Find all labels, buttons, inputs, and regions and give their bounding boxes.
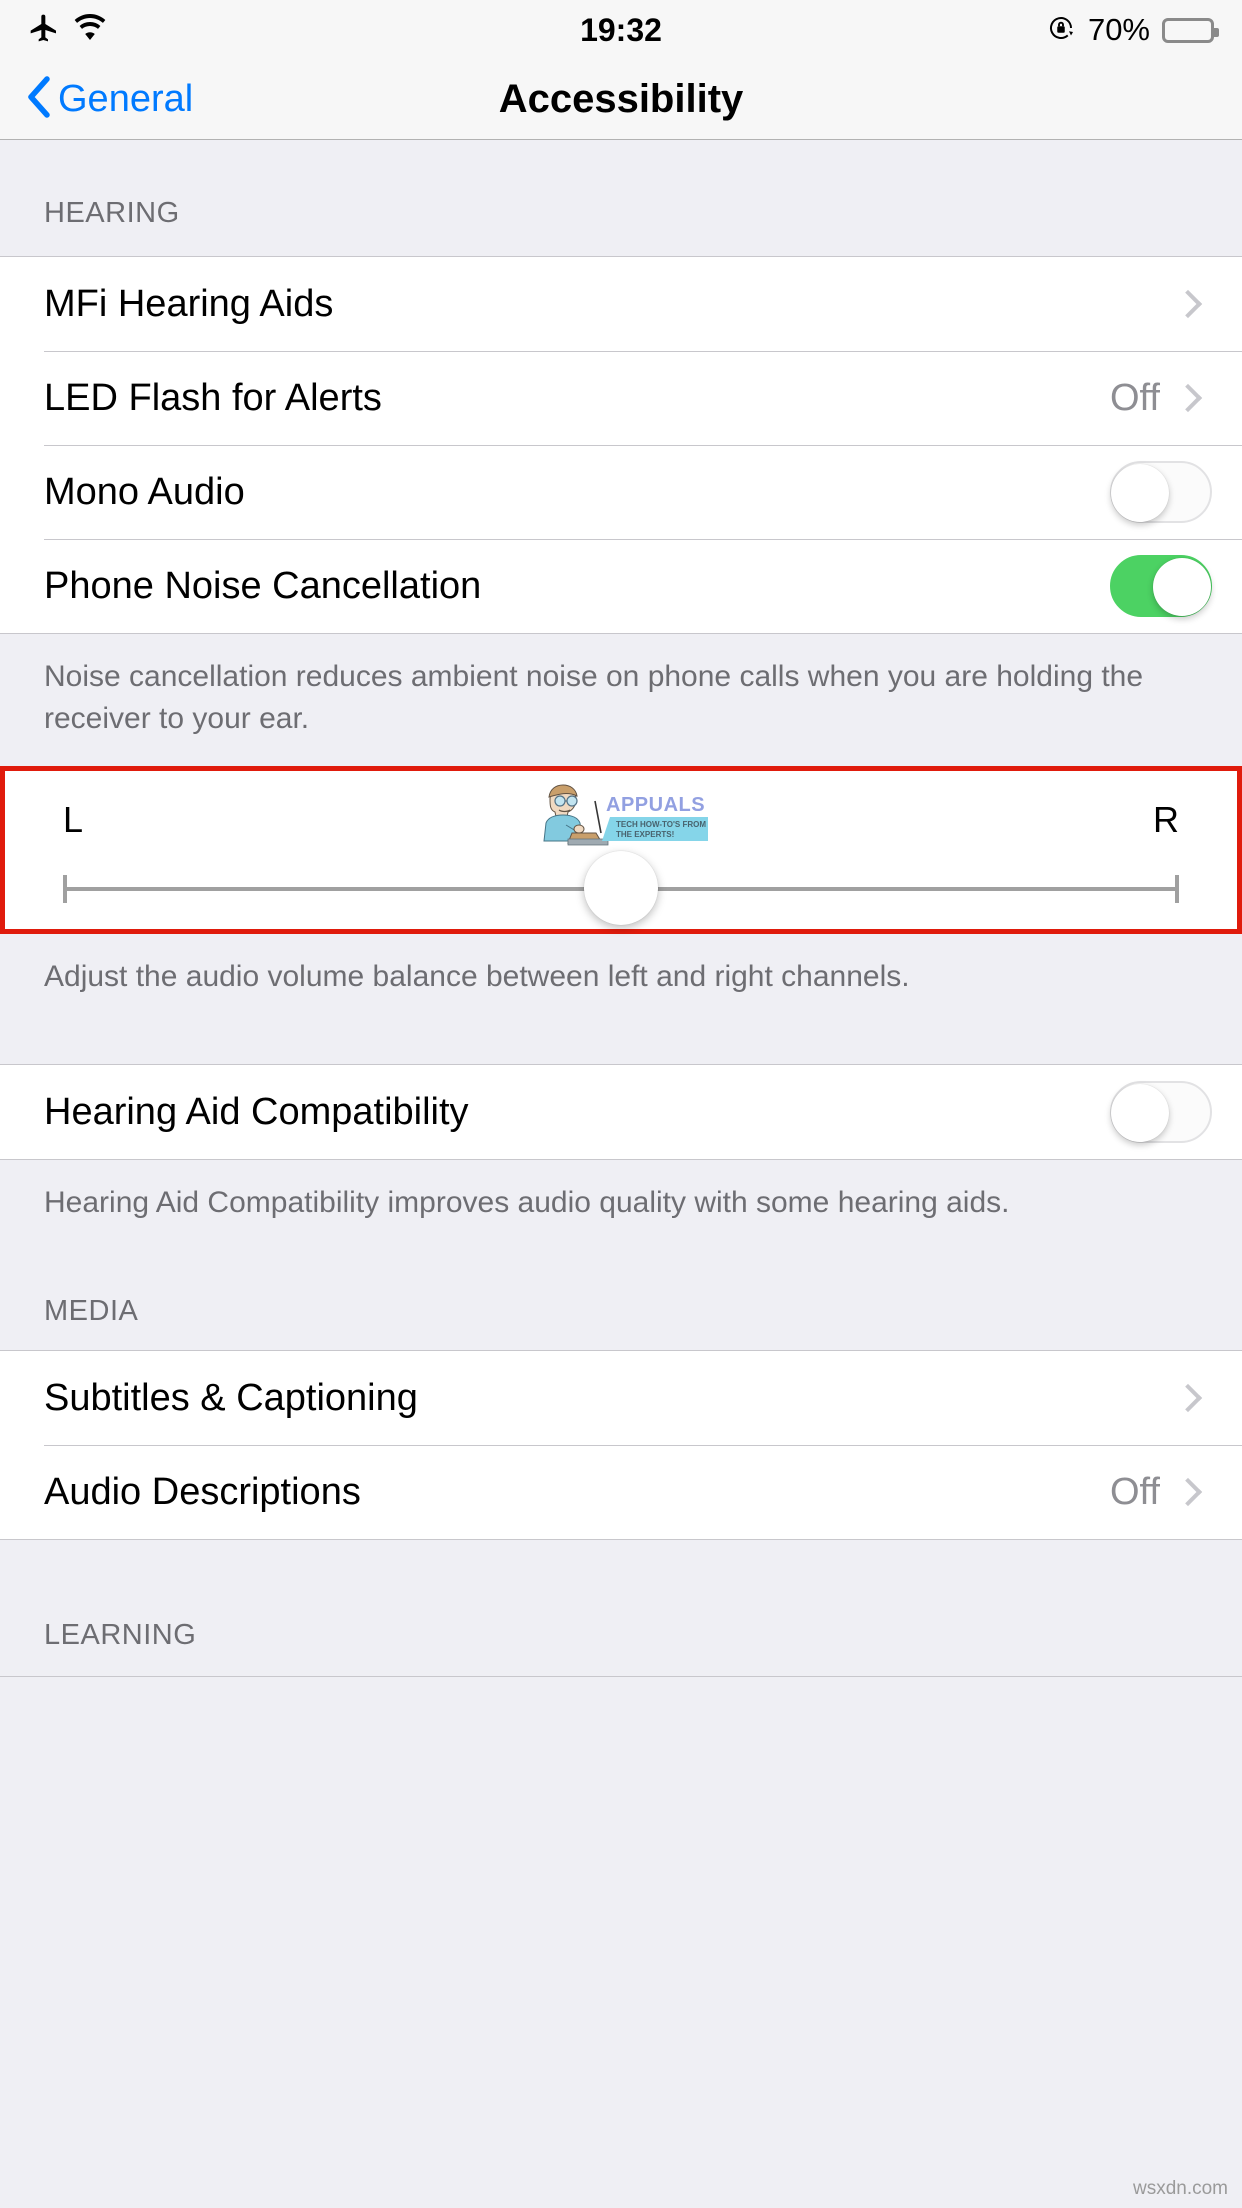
row-label: Audio Descriptions bbox=[44, 1470, 361, 1513]
slider-right-cap bbox=[1175, 875, 1179, 903]
battery-icon bbox=[1162, 17, 1219, 43]
rotation-lock-icon bbox=[1046, 13, 1076, 48]
corner-watermark: wsxdn.com bbox=[1132, 2178, 1228, 2199]
audio-balance-row[interactable]: L R APPUALS TECH HOW-TO'S FROM THE EXPER… bbox=[0, 766, 1242, 934]
row-label: MFi Hearing Aids bbox=[44, 282, 334, 325]
section-header-media: MEDIA bbox=[0, 1272, 1242, 1350]
row-led-flash-for-alerts[interactable]: LED Flash for Alerts Off bbox=[0, 351, 1242, 445]
balance-right-label: R bbox=[1153, 799, 1179, 840]
page-title: Accessibility bbox=[498, 77, 744, 121]
row-audio-descriptions[interactable]: Audio Descriptions Off bbox=[0, 1445, 1242, 1539]
row-subtitles-captioning[interactable]: Subtitles & Captioning bbox=[0, 1351, 1242, 1445]
status-bar: 19:32 70% bbox=[0, 0, 1242, 60]
media-settings-group: Subtitles & Captioning Audio Description… bbox=[0, 1350, 1242, 1540]
audio-balance-slider[interactable] bbox=[63, 851, 1179, 925]
iphone-screen: 19:32 70% General Accessibility HEARING … bbox=[0, 0, 1242, 2208]
section-header-hearing: HEARING bbox=[0, 140, 1242, 256]
row-label: LED Flash for Alerts bbox=[44, 376, 382, 419]
mono-audio-toggle[interactable] bbox=[1110, 461, 1212, 523]
hearing-aid-compatibility-toggle[interactable] bbox=[1110, 1081, 1212, 1143]
bottom-spacer bbox=[0, 1676, 1242, 1736]
section-header-learning: LEARNING bbox=[0, 1540, 1242, 1676]
chevron-right-icon bbox=[1173, 383, 1203, 413]
battery-percent-label: 70% bbox=[1087, 12, 1150, 47]
hearing-aid-compatibility-group: Hearing Aid Compatibility bbox=[0, 1064, 1242, 1160]
navigation-bar: General Accessibility bbox=[0, 60, 1242, 140]
row-phone-noise-cancellation[interactable]: Phone Noise Cancellation bbox=[0, 539, 1242, 633]
toggle-knob bbox=[1111, 1084, 1169, 1142]
toggle-knob bbox=[1111, 464, 1169, 522]
hearing-settings-group: MFi Hearing Aids LED Flash for Alerts Of… bbox=[0, 256, 1242, 634]
row-label: Mono Audio bbox=[44, 470, 245, 513]
row-value: Off bbox=[1110, 376, 1160, 419]
row-label: Phone Noise Cancellation bbox=[44, 564, 482, 607]
slider-thumb[interactable] bbox=[584, 851, 658, 925]
chevron-right-icon bbox=[1173, 1477, 1203, 1507]
row-label: Hearing Aid Compatibility bbox=[44, 1090, 469, 1133]
balance-channel-labels: L R bbox=[5, 771, 1237, 841]
row-hearing-aid-compatibility[interactable]: Hearing Aid Compatibility bbox=[0, 1065, 1242, 1159]
footer-noise-cancellation: Noise cancellation reduces ambient noise… bbox=[0, 634, 1242, 766]
row-mfi-hearing-aids[interactable]: MFi Hearing Aids bbox=[0, 257, 1242, 351]
chevron-right-icon bbox=[1173, 1383, 1203, 1413]
balance-left-label: L bbox=[63, 799, 84, 840]
row-label: Subtitles & Captioning bbox=[44, 1376, 418, 1419]
phone-noise-cancellation-toggle[interactable] bbox=[1110, 555, 1212, 617]
toggle-knob bbox=[1153, 558, 1211, 616]
status-bar-right: 70% bbox=[1046, 12, 1219, 48]
footer-balance: Adjust the audio volume balance between … bbox=[0, 934, 1242, 1064]
row-mono-audio[interactable]: Mono Audio bbox=[0, 445, 1242, 539]
chevron-right-icon bbox=[1173, 289, 1203, 319]
footer-hearing-aid-compatibility: Hearing Aid Compatibility improves audio… bbox=[0, 1160, 1242, 1272]
row-value: Off bbox=[1110, 1470, 1160, 1513]
slider-left-cap bbox=[63, 875, 67, 903]
